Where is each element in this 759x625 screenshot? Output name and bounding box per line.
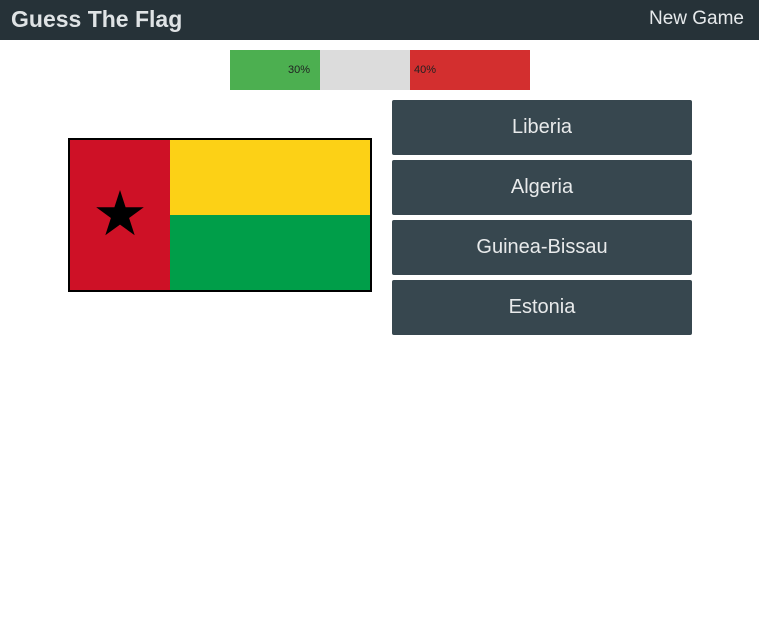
score-progress-bar: 30% 40% (230, 50, 530, 90)
top-bar: Guess The Flag New Game (0, 0, 759, 40)
new-game-button[interactable]: New Game (649, 7, 744, 31)
flag-image (68, 138, 372, 292)
correct-percentage-segment: 30% (230, 50, 320, 90)
answer-button-liberia[interactable]: Liberia (392, 100, 692, 155)
app-title: Guess The Flag (11, 6, 183, 32)
guinea-bissau-flag-icon (70, 140, 370, 290)
answer-button-algeria[interactable]: Algeria (392, 160, 692, 215)
wrong-percentage-segment: 40% (410, 50, 530, 90)
answer-options: Liberia Algeria Guinea-Bissau Estonia (392, 100, 692, 340)
answer-button-guinea-bissau[interactable]: Guinea-Bissau (392, 220, 692, 275)
remaining-segment (320, 50, 410, 90)
answer-button-estonia[interactable]: Estonia (392, 280, 692, 335)
